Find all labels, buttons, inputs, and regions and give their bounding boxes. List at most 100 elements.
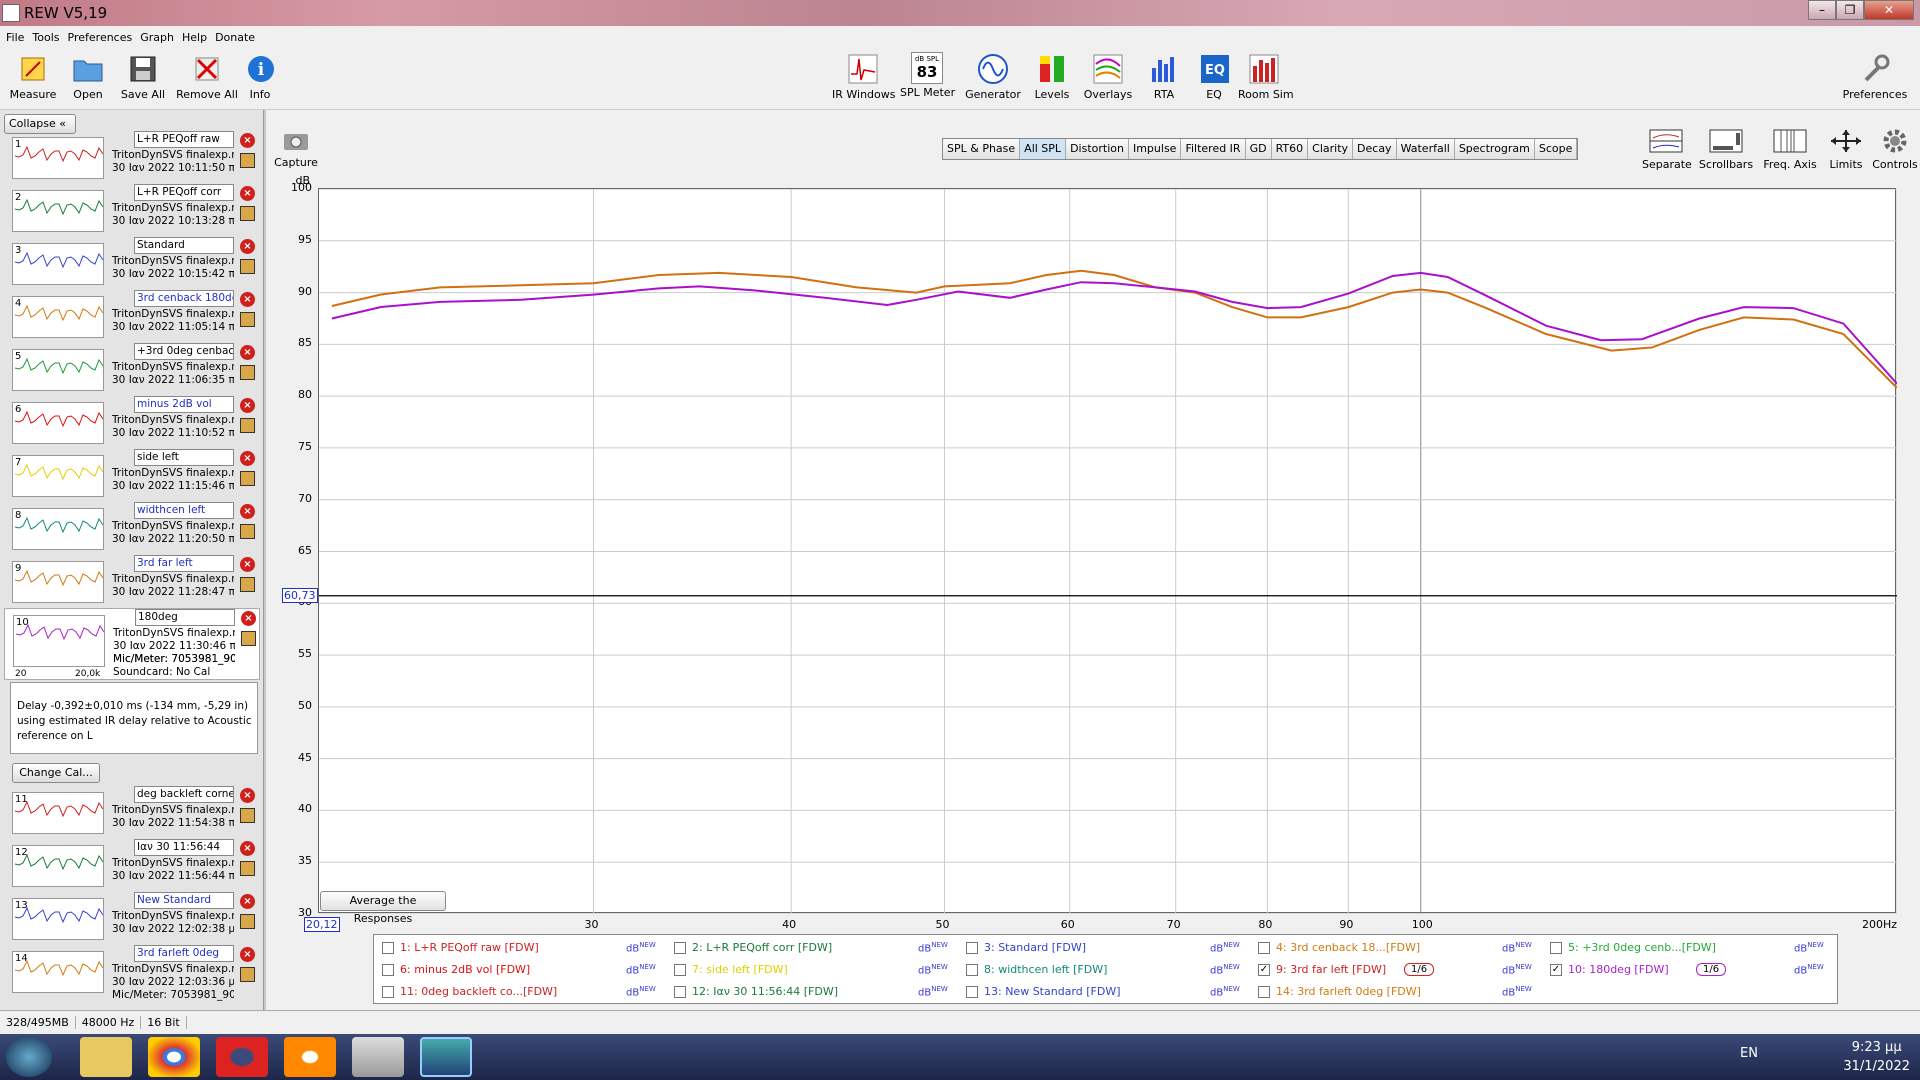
change-cal-button[interactable]: Change Cal... [12,763,100,783]
system-clock[interactable]: 9:23 μμ 31/1/2022 [1843,1038,1910,1076]
legend-db-label[interactable]: dBNEW [1794,963,1824,976]
legend-db-label[interactable]: dBNEW [918,963,948,976]
eq-button[interactable]: EQ EQ [1198,48,1230,101]
tab-clarity[interactable]: Clarity [1308,139,1354,159]
info-button[interactable]: i Info [244,48,276,101]
edit-measurement-icon[interactable] [240,861,255,876]
measurement-name-field[interactable]: Ιαν 30 11:56:44 [134,839,234,856]
edit-measurement-icon[interactable] [240,206,255,221]
capture-button[interactable]: Capture [274,130,318,169]
menu-file[interactable]: File [6,31,24,44]
delete-measurement-icon[interactable]: × [240,292,255,307]
delete-measurement-icon[interactable]: × [240,894,255,909]
maximize-button[interactable]: ❐ [1836,0,1864,20]
measure-button[interactable]: Measure [8,48,58,101]
measurement-name-field[interactable]: side left [134,449,234,466]
freq-axis-button[interactable]: Freq. Axis [1760,128,1820,171]
measurement-name-field[interactable]: 3rd far left [134,555,234,572]
tab-gd[interactable]: GD [1245,139,1272,159]
rta-button[interactable]: RTA [1146,48,1182,101]
legend-checkbox[interactable] [674,942,686,954]
delete-measurement-icon[interactable]: × [240,398,255,413]
measurement-thumbnail[interactable]: 12 [12,845,104,887]
menu-preferences[interactable]: Preferences [68,31,133,44]
brave-taskbar-icon[interactable] [284,1037,336,1077]
legend-db-label[interactable]: dBNEW [626,985,656,998]
edit-measurement-icon[interactable] [240,259,255,274]
measurement-thumbnail[interactable]: 6 [12,402,104,444]
close-button[interactable]: ✕ [1864,0,1914,20]
explorer-taskbar-icon[interactable] [80,1037,132,1077]
legend-item[interactable]: 11: 0deg backleft co...[FDW] dBNEW [382,985,662,1001]
measurement-thumbnail[interactable]: 10 [13,615,105,667]
measurement-name-field[interactable]: widthcen left [134,502,234,519]
remove-all-button[interactable]: Remove All [176,48,238,101]
menu-tools[interactable]: Tools [32,31,59,44]
legend-db-label[interactable]: dBNEW [1210,963,1240,976]
tab-rt60[interactable]: RT60 [1271,139,1309,159]
smoothing-indicator[interactable]: 1/6 [1404,963,1435,976]
measurement-thumbnail[interactable]: 5 [12,349,104,391]
cursor-x-readout[interactable]: 20,12 [304,917,340,932]
legend-checkbox[interactable] [382,964,394,976]
limits-button[interactable]: Limits [1826,128,1866,171]
measurement-name-field[interactable]: 3rd farleft 0deg [134,945,234,962]
legend-item[interactable]: 6: minus 2dB vol [FDW] dBNEW [382,963,662,979]
preferences-button[interactable]: Preferences [1842,48,1908,101]
edit-measurement-icon[interactable] [240,524,255,539]
delete-measurement-icon[interactable]: × [241,611,256,626]
measurement-thumbnail[interactable]: 8 [12,508,104,550]
overlays-button[interactable]: Overlays [1082,48,1134,101]
measurement-item[interactable]: 10 180deg × TritonDynSVS finalexp.m 30 Ιαν 2… [4,608,260,680]
edit-measurement-icon[interactable] [240,153,255,168]
measurement-thumbnail[interactable]: 2 [12,190,104,232]
legend-db-label[interactable]: dBNEW [918,941,948,954]
measurement-name-field[interactable]: +3rd 0deg cenback [134,343,234,360]
save-all-button[interactable]: Save All [118,48,168,101]
legend-checkbox[interactable]: ✓ [1550,964,1562,976]
measurement-name-field[interactable]: minus 2dB vol [134,396,234,413]
legend-db-label[interactable]: dBNEW [1502,963,1532,976]
measurement-item[interactable]: 13 New Standard × TritonDynSVS finalexp.m 30… [4,892,260,944]
legend-db-label[interactable]: dBNEW [626,941,656,954]
measurement-thumbnail[interactable]: 1 [12,137,104,179]
controls-button[interactable]: Controls [1872,128,1918,171]
legend-db-label[interactable]: dBNEW [626,963,656,976]
measurement-name-field[interactable]: L+R PEQoff raw [134,131,234,148]
tab-distortion[interactable]: Distortion [1066,139,1129,159]
tab-impulse[interactable]: Impulse [1128,139,1182,159]
minimize-button[interactable]: – [1808,0,1836,20]
legend-checkbox[interactable] [1258,986,1270,998]
legend-item[interactable]: ✓ 10: 180deg [FDW] 1/6 dBNEW [1550,963,1830,979]
opera-taskbar-icon[interactable] [216,1037,268,1077]
delete-measurement-icon[interactable]: × [240,133,255,148]
edit-measurement-icon[interactable] [240,312,255,327]
paint-taskbar-icon[interactable] [352,1037,404,1077]
levels-button[interactable]: Levels [1030,48,1074,101]
measurement-name-field[interactable]: New Standard [134,892,234,909]
measurement-item[interactable]: 9 3rd far left × TritonDynSVS finalexp.m 30 … [4,555,260,607]
measurement-name-field[interactable]: 180deg [135,609,235,626]
delete-measurement-icon[interactable]: × [240,841,255,856]
spl-plot[interactable] [318,188,1897,914]
measurement-thumbnail[interactable]: 3 [12,243,104,285]
legend-checkbox[interactable]: ✓ [1258,964,1270,976]
edit-measurement-icon[interactable] [240,967,255,982]
language-indicator[interactable]: EN [1740,1046,1758,1061]
legend-checkbox[interactable] [674,964,686,976]
measurement-item[interactable]: 2 L+R PEQoff corr × TritonDynSVS finalexp.m… [4,184,260,236]
tab-spl-phase[interactable]: SPL & Phase [943,139,1021,159]
delete-measurement-icon[interactable]: × [240,504,255,519]
measurement-name-field[interactable]: L+R PEQoff corr [134,184,234,201]
measurement-name-field[interactable]: Standard [134,237,234,254]
measurement-thumbnail[interactable]: 13 [12,898,104,940]
tab-spectrogram[interactable]: Spectrogram [1454,139,1535,159]
edit-measurement-icon[interactable] [240,365,255,380]
measurement-item[interactable]: 8 widthcen left × TritonDynSVS finalexp.m 30… [4,502,260,554]
legend-item[interactable]: 4: 3rd cenback 18...[FDW] dBNEW [1258,941,1538,957]
legend-checkbox[interactable] [674,986,686,998]
menu-donate[interactable]: Donate [215,31,255,44]
legend-item[interactable]: 1: L+R PEQoff raw [FDW] dBNEW [382,941,662,957]
tab-scope[interactable]: Scope [1534,139,1578,159]
legend-checkbox[interactable] [382,942,394,954]
